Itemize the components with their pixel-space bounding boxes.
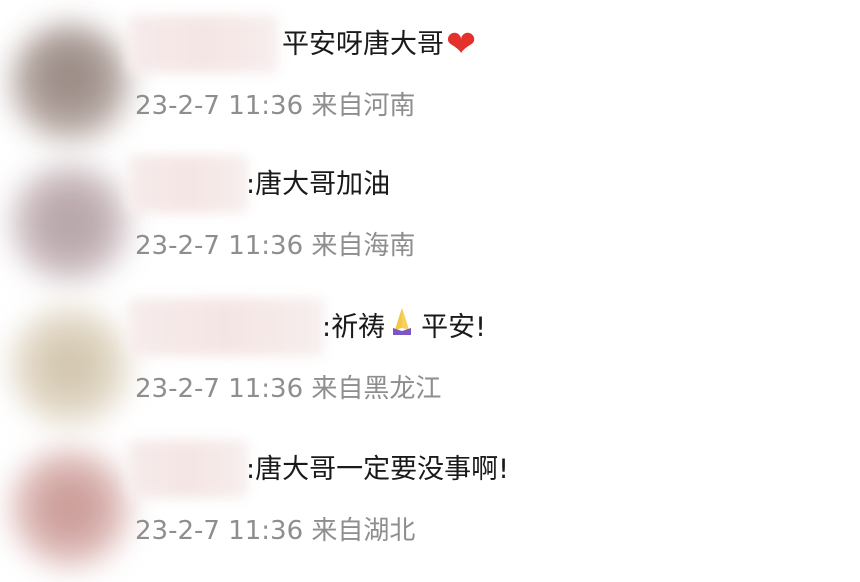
comment-item: 平安呀唐大哥 ❤ 23-2-7 11:36 来自河南 [0, 15, 860, 157]
username-blurred[interactable] [128, 440, 248, 498]
comment-item: :唐大哥加油 23-2-7 11:36 来自海南 [0, 155, 860, 297]
heart-icon: ❤ [446, 24, 477, 65]
comment-body-after: 平安! [421, 312, 486, 343]
comment-body: :唐大哥一定要没事啊! [246, 454, 509, 485]
comment-item: :唐大哥一定要没事啊! 23-2-7 11:36 来自湖北 [0, 440, 860, 582]
comment-body: :祈祷 [322, 312, 386, 343]
avatar[interactable] [10, 306, 130, 426]
comment-text: :唐大哥一定要没事啊! [246, 442, 509, 498]
avatar[interactable] [10, 163, 130, 283]
username-blurred[interactable] [128, 155, 248, 213]
username-blurred[interactable] [128, 15, 278, 73]
comment-item: :祈祷 平安! 23-2-7 11:36 来自黑龙江 [0, 298, 860, 440]
comment-text: 平安呀唐大哥 ❤ [282, 17, 476, 73]
comment-body: 平安呀唐大哥 [282, 29, 444, 60]
comment-meta: 23-2-7 11:36 来自河南 [135, 91, 416, 121]
avatar[interactable] [10, 448, 130, 568]
comment-body: :唐大哥加油 [246, 169, 391, 200]
username-blurred[interactable] [128, 298, 324, 356]
comment-text: :唐大哥加油 [246, 157, 390, 213]
comment-meta: 23-2-7 11:36 来自海南 [135, 231, 416, 261]
comment-meta: 23-2-7 11:36 来自黑龙江 [135, 374, 442, 404]
comment-meta: 23-2-7 11:36 来自湖北 [135, 516, 416, 546]
avatar[interactable] [10, 23, 130, 143]
comment-text: :祈祷 平安! [322, 300, 486, 356]
praying-hands-icon [389, 300, 415, 356]
